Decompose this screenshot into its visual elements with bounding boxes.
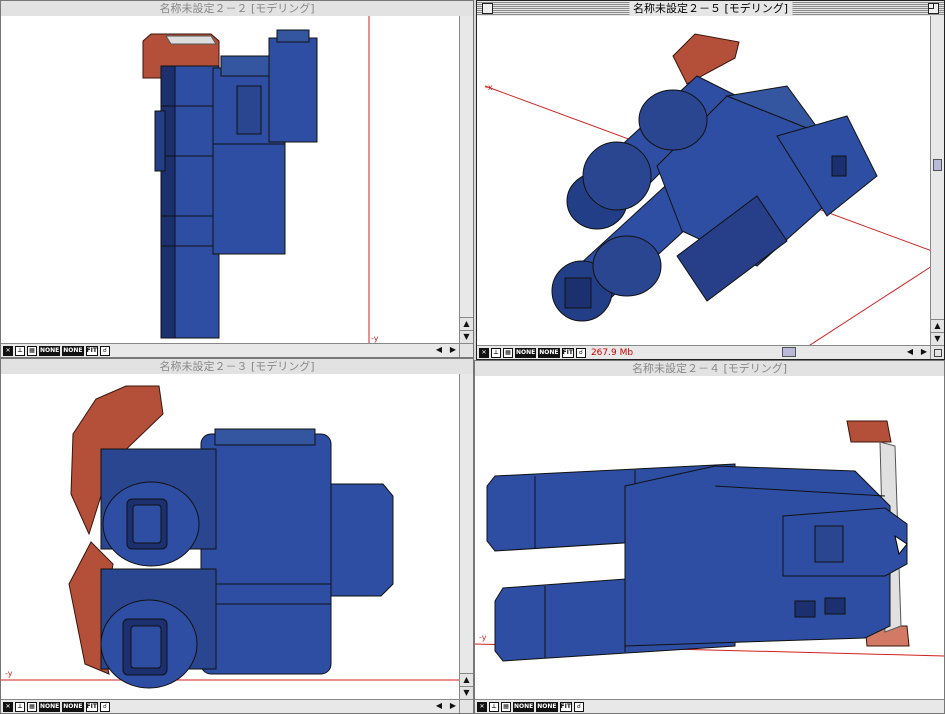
scroll-up-arrow-icon[interactable]: ▲: [460, 317, 473, 330]
none-button-1[interactable]: NONE: [39, 345, 61, 356]
axis-toggle-icon[interactable]: ✕: [3, 701, 13, 712]
window-titlebar[interactable]: 名称未設定２－５ [モデリング]: [477, 1, 944, 17]
scroll-up-arrow-icon[interactable]: ▲: [931, 319, 944, 332]
axis-toggle-icon[interactable]: ✕: [3, 345, 13, 356]
none-button-1[interactable]: NONE: [515, 347, 537, 358]
viewport-window-bottom-right[interactable]: 名称未設定２－４ [モデリング] -y ✕ ⊥ ▦ NONE NONE FIT …: [474, 360, 945, 714]
hand-icon[interactable]: ☌: [575, 347, 586, 358]
window-titlebar[interactable]: 名称未設定２－４ [モデリング]: [475, 361, 944, 377]
window-titlebar[interactable]: 名称未設定２－２ [モデリング]: [1, 1, 473, 17]
viewport-window-top-left[interactable]: 名称未設定２－２ [モデリング] -y ▲ ▼ ✕ ⊥ ▦ NONE NONE …: [0, 0, 474, 358]
scroll-up-arrow-icon[interactable]: ▲: [460, 673, 473, 686]
none-button-2[interactable]: NONE: [536, 701, 558, 712]
axis-label-y: -y: [371, 334, 379, 343]
viewport-window-bottom-left[interactable]: 名称未設定２－３ [モデリング] -y ▲ ▼ ✕ ⊥ ▦ NONE NONE …: [0, 358, 474, 714]
window-title: 名称未設定２－３ [モデリング]: [155, 359, 319, 374]
viewport-canvas[interactable]: -y: [1, 374, 459, 699]
grid-icon[interactable]: ▦: [501, 701, 511, 712]
axis-label-y: -y: [479, 633, 487, 642]
vertical-scrollbar[interactable]: ▲ ▼: [930, 16, 944, 345]
grow-box-icon[interactable]: [930, 345, 944, 359]
scroll-right-arrow-icon[interactable]: ▶: [447, 344, 459, 356]
axis-toggle-icon[interactable]: ✕: [479, 347, 489, 358]
scroll-left-arrow-icon[interactable]: ◀: [904, 346, 916, 358]
grid-icon[interactable]: ▦: [27, 701, 37, 712]
hand-icon[interactable]: ☌: [573, 701, 584, 712]
scroll-left-arrow-icon[interactable]: ◀: [433, 344, 445, 356]
status-bar: ✕ ⊥ ▦ NONE NONE FIT ☌ ◀ ▶: [1, 699, 459, 713]
axis-label-x: -x: [485, 83, 493, 92]
viewport-canvas[interactable]: -x: [477, 16, 930, 345]
window-title: 名称未設定２－５ [モデリング]: [628, 1, 793, 16]
scroll-left-arrow-icon[interactable]: ◀: [433, 700, 445, 712]
none-button-2[interactable]: NONE: [538, 347, 560, 358]
scroll-right-arrow-icon[interactable]: ▶: [447, 700, 459, 712]
window-title: 名称未設定２－２ [モデリング]: [155, 1, 319, 16]
none-button-2[interactable]: NONE: [62, 701, 84, 712]
scroll-down-arrow-icon[interactable]: ▼: [460, 686, 473, 699]
viewport-canvas[interactable]: -y: [475, 376, 944, 699]
fit-button[interactable]: FIT: [85, 701, 98, 712]
axis-icon[interactable]: ⊥: [491, 347, 501, 358]
window-title: 名称未設定２－４ [モデリング]: [627, 361, 792, 376]
fit-button[interactable]: FIT: [559, 701, 572, 712]
model-perspective-view: -x: [484, 33, 930, 345]
none-button-2[interactable]: NONE: [62, 345, 84, 356]
vertical-scroll-thumb[interactable]: [933, 159, 942, 171]
model-top-view: -y: [1, 385, 459, 689]
window-titlebar[interactable]: 名称未設定２－３ [モデリング]: [1, 359, 473, 375]
axis-icon[interactable]: ⊥: [15, 701, 25, 712]
grow-box-icon[interactable]: [459, 699, 473, 713]
horizontal-scroll-thumb[interactable]: [782, 347, 796, 357]
scroll-down-arrow-icon[interactable]: ▼: [460, 330, 473, 343]
none-button-1[interactable]: NONE: [39, 701, 61, 712]
grid-icon[interactable]: ▦: [503, 347, 513, 358]
axis-toggle-icon[interactable]: ✕: [477, 701, 487, 712]
vertical-scrollbar[interactable]: ▲ ▼: [459, 16, 473, 343]
zoom-box-icon[interactable]: [928, 3, 939, 14]
vertical-scrollbar[interactable]: ▲ ▼: [459, 374, 473, 699]
fit-button[interactable]: FIT: [561, 347, 574, 358]
horizontal-scrollbar[interactable]: [672, 347, 902, 358]
axis-icon[interactable]: ⊥: [15, 345, 25, 356]
model-front-view: -y: [142, 16, 379, 343]
none-button-1[interactable]: NONE: [513, 701, 535, 712]
status-bar: ✕ ⊥ ▦ NONE NONE FIT ☌ ◀ ▶: [1, 343, 459, 357]
status-bar: ✕ ⊥ ▦ NONE NONE FIT ☌ 267.9 Mb ◀ ▶: [477, 345, 930, 359]
hand-icon[interactable]: ☌: [99, 345, 110, 356]
memory-readout: 267.9 Mb: [590, 347, 634, 358]
hand-icon[interactable]: ☌: [99, 701, 110, 712]
status-bar: ✕ ⊥ ▦ NONE NONE FIT ☌: [475, 699, 944, 713]
scroll-right-arrow-icon[interactable]: ▶: [918, 346, 930, 358]
viewport-window-top-right[interactable]: 名称未設定２－５ [モデリング] -x ▲ ▼ ✕ ⊥ ▦ NONE NONE …: [476, 0, 945, 360]
grow-box-icon[interactable]: [459, 343, 473, 357]
close-box-icon[interactable]: [482, 3, 493, 14]
grid-icon[interactable]: ▦: [27, 345, 37, 356]
scroll-down-arrow-icon[interactable]: ▼: [931, 332, 944, 345]
model-side-view: -y: [475, 420, 944, 662]
axis-icon[interactable]: ⊥: [489, 701, 499, 712]
fit-button[interactable]: FIT: [85, 345, 98, 356]
viewport-canvas[interactable]: -y: [1, 16, 459, 343]
axis-label-y: -y: [5, 669, 13, 678]
